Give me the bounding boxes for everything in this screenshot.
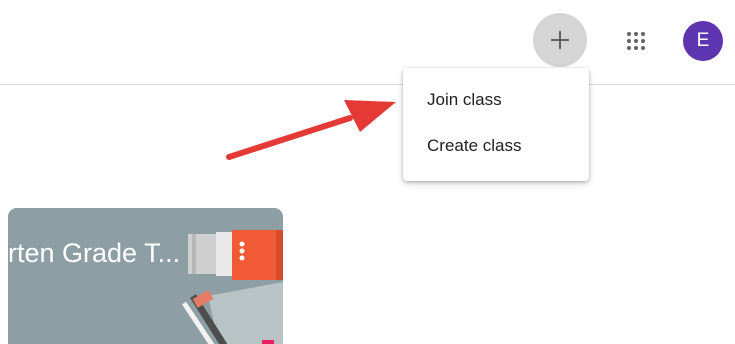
plus-icon <box>551 31 569 49</box>
class-card-menu-button[interactable] <box>234 234 250 268</box>
add-class-menu: Join class Create class <box>403 68 589 181</box>
create-class-menu-item[interactable]: Create class <box>403 126 589 166</box>
add-class-button[interactable] <box>533 13 587 67</box>
account-avatar[interactable]: E <box>683 21 723 61</box>
join-class-menu-item[interactable]: Join class <box>403 80 589 120</box>
google-apps-button[interactable] <box>616 21 656 61</box>
class-title: rten Grade T... <box>8 238 181 268</box>
header-divider <box>0 84 735 85</box>
more-vert-icon <box>239 241 245 261</box>
create-class-label: Create class <box>427 136 522 155</box>
join-class-label: Join class <box>427 90 502 109</box>
apps-grid-icon <box>627 32 645 50</box>
avatar-letter: E <box>696 30 710 51</box>
paint-supplies-illustration <box>8 208 283 344</box>
class-card[interactable]: rten Grade T... <box>8 208 283 344</box>
classroom-page: E Join class Create class rten Grade T..… <box>0 0 735 344</box>
